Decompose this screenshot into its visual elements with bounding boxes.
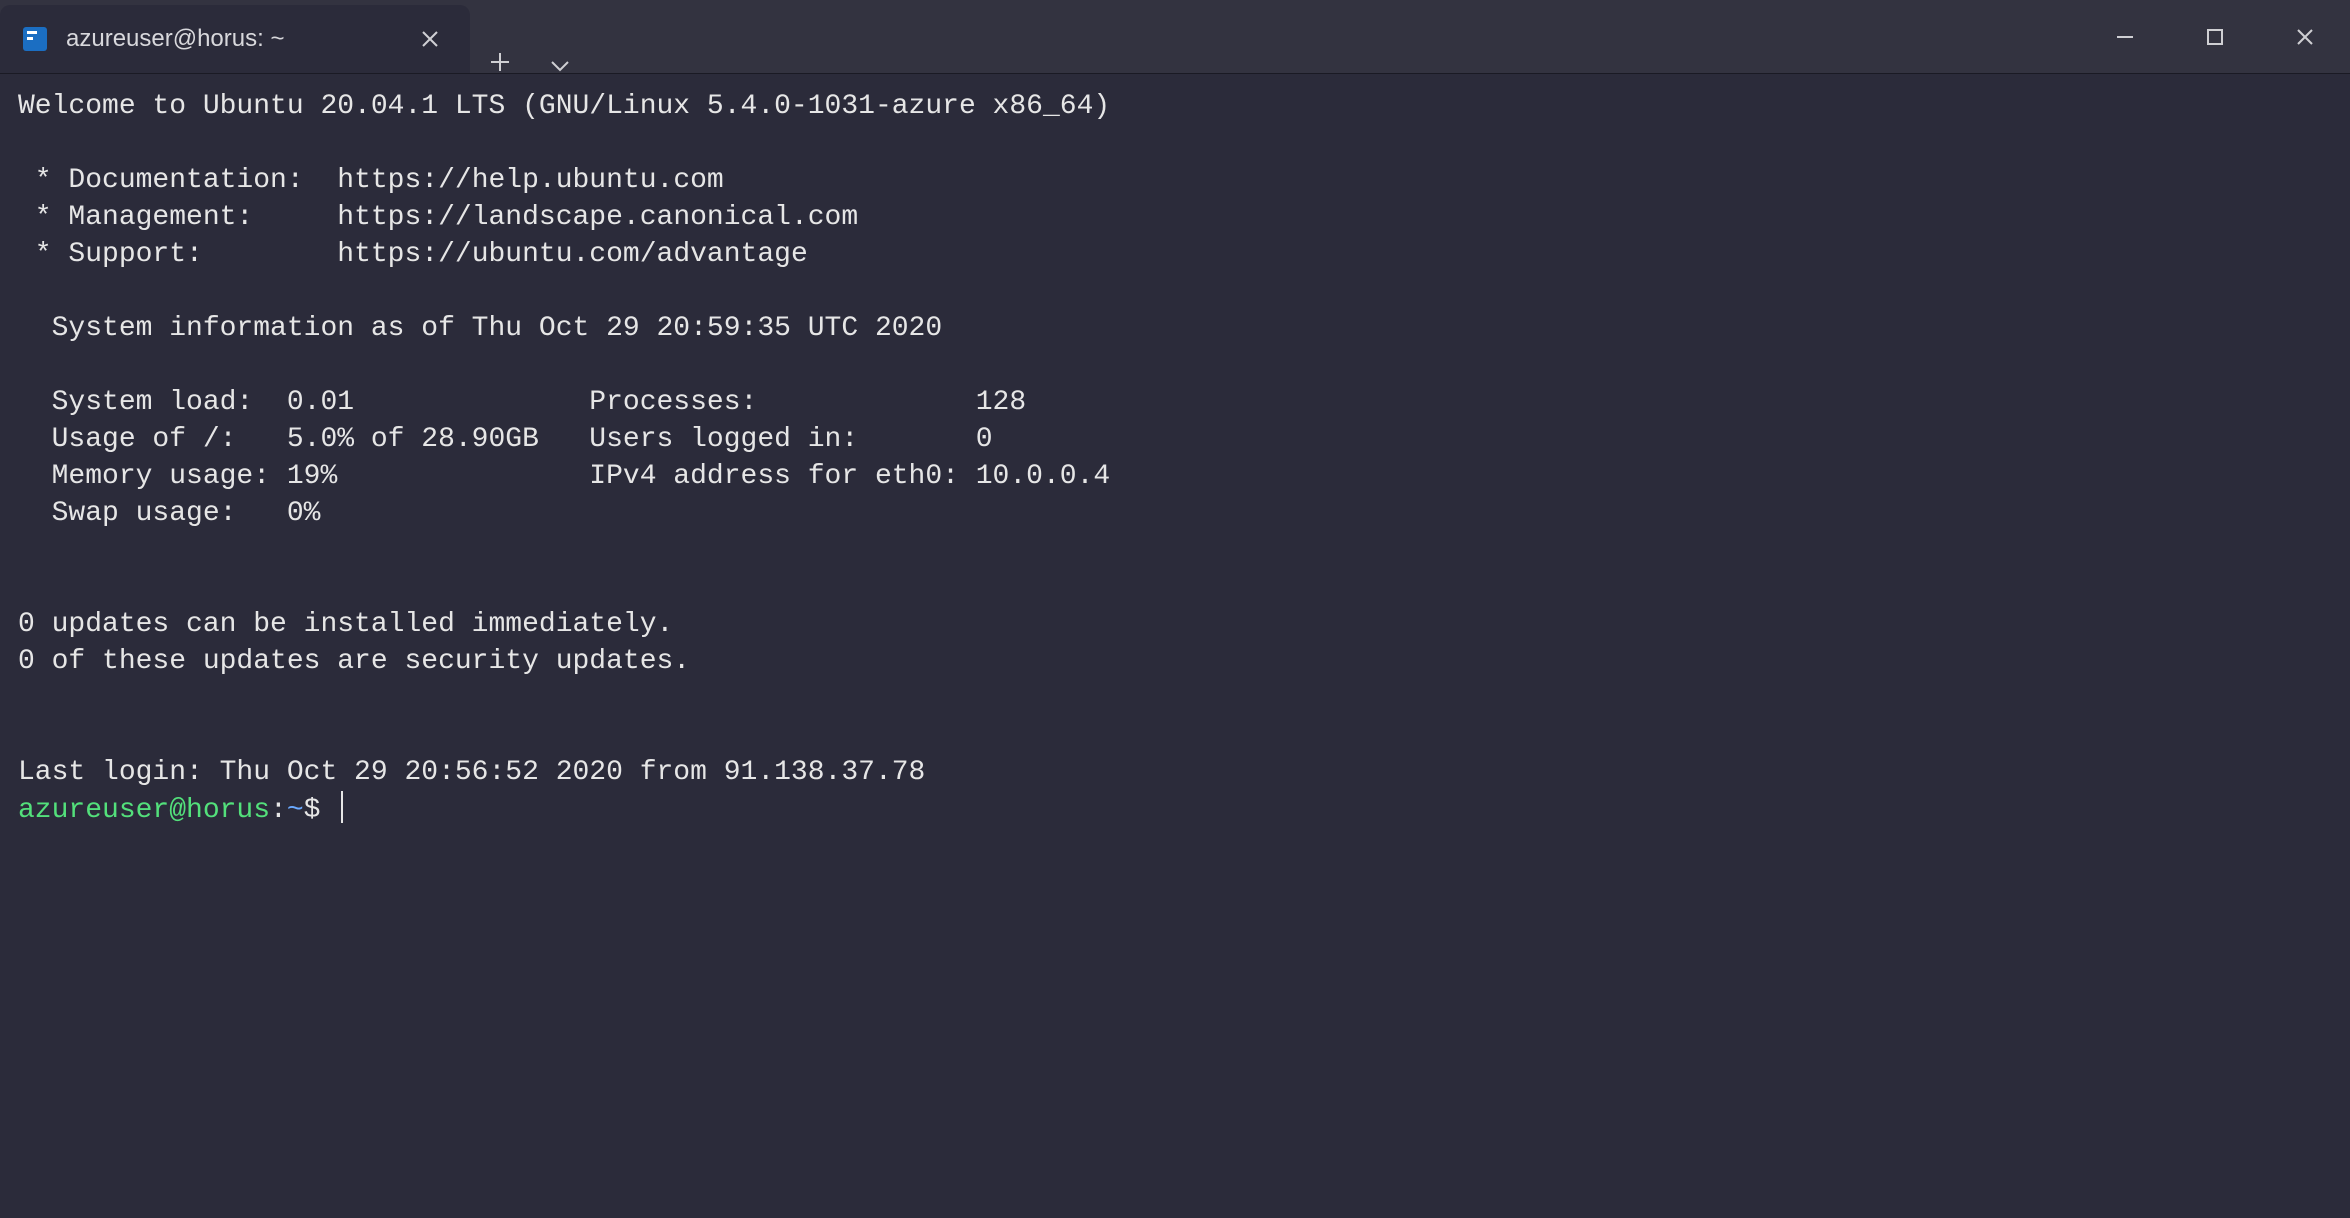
- motd-mgmt-url: https://landscape.canonical.com: [337, 202, 858, 233]
- motd-mgmt-label: * Management:: [18, 202, 337, 233]
- close-icon: [421, 30, 439, 48]
- window-controls: [2080, 0, 2350, 73]
- motd-stats-row4: Swap usage: 0%: [18, 498, 320, 529]
- prompt-path: ~: [287, 795, 304, 826]
- terminal-pane[interactable]: Welcome to Ubuntu 20.04.1 LTS (GNU/Linux…: [0, 74, 2350, 1218]
- motd-stats-row1: System load: 0.01 Processes: 128: [18, 387, 1026, 418]
- plus-icon: [489, 51, 511, 73]
- motd-stats-row3: Memory usage: 19% IPv4 address for eth0:…: [18, 461, 1110, 492]
- motd-welcome: Welcome to Ubuntu 20.04.1 LTS (GNU/Linux…: [18, 91, 1110, 122]
- minimize-button[interactable]: [2080, 0, 2170, 73]
- tab-active[interactable]: azureuser@horus: ~: [0, 5, 470, 73]
- prompt-colon: :: [270, 795, 287, 826]
- motd-updates-line1: 0 updates can be installed immediately.: [18, 609, 673, 640]
- new-tab-button[interactable]: [470, 51, 530, 73]
- motd-doc-label: * Documentation:: [18, 165, 337, 196]
- prompt-dollar: $: [304, 795, 338, 826]
- tab-title: azureuser@horus: ~: [66, 25, 414, 53]
- motd-updates-line2: 0 of these updates are security updates.: [18, 646, 690, 677]
- chevron-down-icon: [549, 59, 571, 73]
- maximize-icon: [2206, 28, 2224, 46]
- close-icon: [2295, 27, 2315, 47]
- close-window-button[interactable]: [2260, 0, 2350, 73]
- motd-doc-url: https://help.ubuntu.com: [337, 165, 723, 196]
- minimize-icon: [2115, 27, 2135, 47]
- titlebar: azureuser@horus: ~: [0, 0, 2350, 74]
- motd-sysinfo-header: System information as of Thu Oct 29 20:5…: [18, 313, 942, 344]
- profile-dropdown-button[interactable]: [530, 59, 590, 73]
- motd-support-url: https://ubuntu.com/advantage: [337, 239, 807, 270]
- tab-profile-icon: [22, 26, 48, 52]
- motd-stats-row2: Usage of /: 5.0% of 28.90GB Users logged…: [18, 424, 993, 455]
- maximize-button[interactable]: [2170, 0, 2260, 73]
- terminal-window: azureuser@horus: ~: [0, 0, 2350, 1218]
- prompt-userhost: azureuser@horus: [18, 795, 270, 826]
- motd-support-label: * Support:: [18, 239, 337, 270]
- motd-last-login: Last login: Thu Oct 29 20:56:52 2020 fro…: [18, 757, 925, 788]
- text-cursor: [341, 791, 343, 823]
- tabs-area: azureuser@horus: ~: [0, 0, 2080, 73]
- tab-close-button[interactable]: [414, 23, 446, 55]
